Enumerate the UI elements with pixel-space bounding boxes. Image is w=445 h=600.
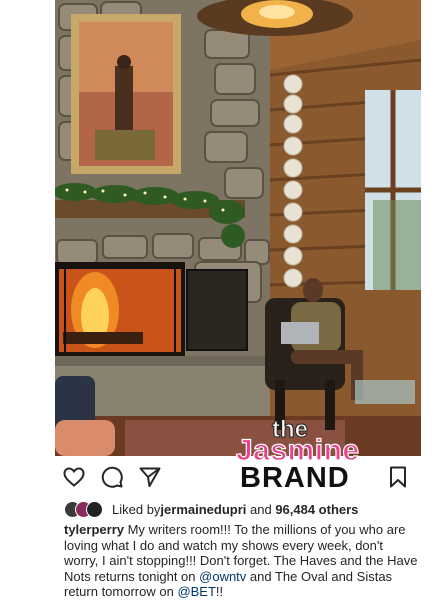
- post-action-bar: [55, 456, 421, 498]
- likes-summary: Liked by jermainedupri and 96,484 others: [64, 498, 424, 520]
- likes-others-link[interactable]: 96,484 others: [275, 502, 358, 517]
- heart-icon: [63, 467, 85, 487]
- cabin-scene-image: [55, 0, 421, 456]
- avatar: [86, 501, 103, 518]
- mention-bet-link[interactable]: @BET: [177, 584, 215, 599]
- liker-username-link[interactable]: jermainedupri: [160, 502, 246, 517]
- share-button[interactable]: [135, 462, 165, 492]
- post-caption: tylerperry My writers room!!! To the mil…: [64, 522, 420, 600]
- like-button[interactable]: [59, 462, 89, 492]
- comment-icon: [101, 466, 123, 488]
- mention-owntv-link[interactable]: @owntv: [199, 569, 246, 584]
- caption-text-3: !!: [215, 584, 224, 599]
- bookmark-icon: [390, 466, 406, 488]
- share-icon: [139, 467, 161, 487]
- likes-middle: and: [246, 501, 276, 517]
- post-photo[interactable]: [55, 0, 421, 456]
- liker-avatars[interactable]: [64, 501, 104, 518]
- likes-prefix: Liked by: [112, 501, 161, 517]
- caption-username-link[interactable]: tylerperry: [64, 522, 124, 537]
- comment-button[interactable]: [97, 462, 127, 492]
- save-button[interactable]: [383, 462, 413, 492]
